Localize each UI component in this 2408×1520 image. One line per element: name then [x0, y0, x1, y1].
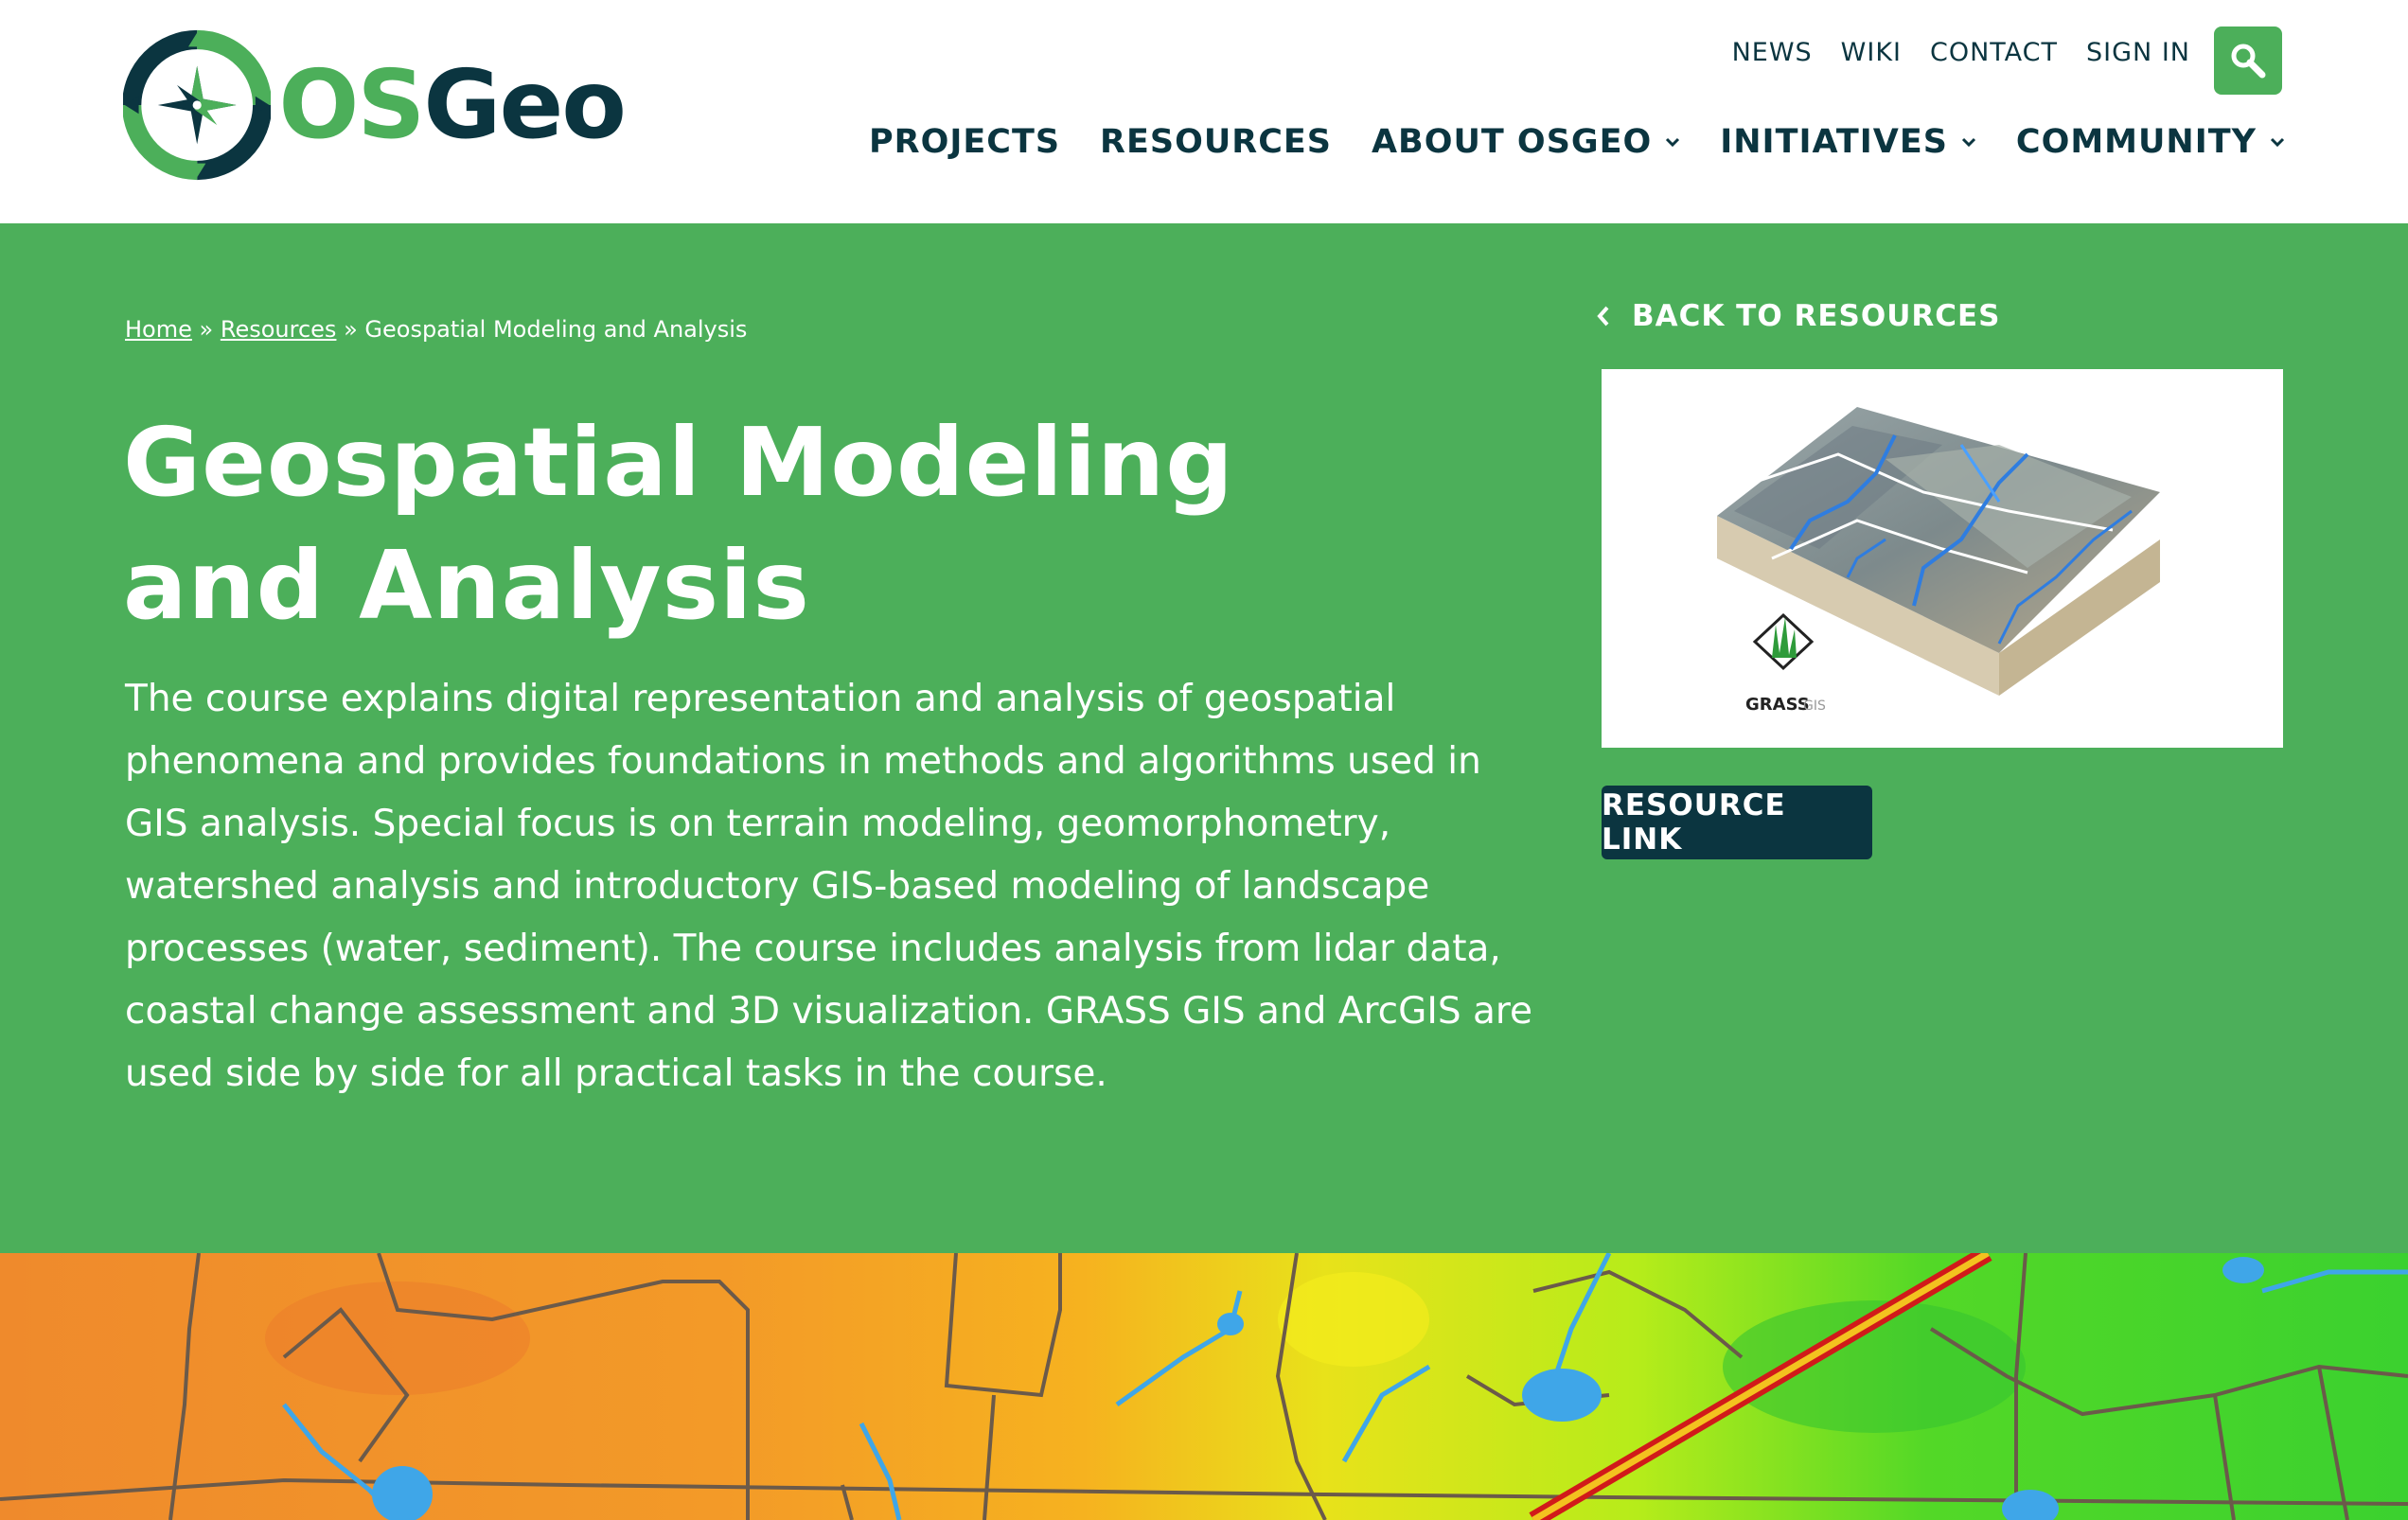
terrain-3d-image: GRASS GIS [1717, 407, 2160, 715]
page-description: The course explains digital representati… [125, 678, 1533, 1095]
back-to-resources-label: BACK TO RESOURCES [1632, 299, 2001, 333]
chevron-down-icon [1666, 137, 1680, 148]
nav-sign-in-link[interactable]: SIGN IN [2086, 38, 2190, 67]
breadcrumb-current: Geospatial Modeling and Analysis [364, 316, 748, 343]
nav-community[interactable]: COMMUNITY [2016, 123, 2285, 161]
search-button[interactable] [2214, 27, 2282, 95]
resource-link-label: RESOURCE LINK [1602, 788, 1786, 857]
osgeo-logo[interactable]: OSGeo [123, 25, 627, 186]
grass-logo-sub: GIS [1803, 698, 1826, 714]
logo-os-text: OS [278, 49, 425, 160]
nav-about-label: ABOUT OSGEO [1371, 123, 1653, 161]
resource-hero: Home » Resources » Geospatial Modeling a… [0, 223, 2408, 1253]
logo-wordmark: OSGeo [278, 58, 627, 152]
nav-news-link[interactable]: NEWS [1732, 38, 1813, 67]
nav-initiatives[interactable]: INITIATIVES [1720, 123, 1976, 161]
search-icon [2231, 44, 2266, 79]
nav-resources-label: RESOURCES [1100, 123, 1332, 161]
breadcrumb-home-link[interactable]: Home [125, 316, 192, 343]
nav-community-label: COMMUNITY [2015, 123, 2257, 161]
nav-projects-label: PROJECTS [869, 123, 1061, 161]
resource-thumbnail: GRASS GIS [1602, 369, 2283, 748]
chevron-left-icon [1597, 306, 1609, 327]
breadcrumb-separator: » [199, 316, 214, 343]
page-title: Geospatial Modeling and Analysis [123, 407, 1234, 641]
elevation-map-image [0, 1253, 2408, 1520]
back-to-resources-link[interactable]: BACK TO RESOURCES [1596, 299, 2001, 333]
nav-projects[interactable]: PROJECTS [869, 123, 1060, 161]
nav-resources[interactable]: RESOURCES [1100, 123, 1332, 161]
nav-contact-link[interactable]: CONTACT [1930, 38, 2058, 67]
breadcrumb-resources-link[interactable]: Resources [221, 316, 337, 343]
site-header: OSGeo NEWS WIKI CONTACT SIGN IN PROJECTS… [0, 0, 2408, 223]
main-nav: PROJECTS RESOURCES ABOUT OSGEO INITIATIV… [869, 123, 2285, 161]
compass-logo-icon [123, 29, 272, 181]
utility-nav: NEWS WIKI CONTACT SIGN IN [1732, 38, 2190, 67]
resource-link-button[interactable]: RESOURCE LINK [1602, 786, 1872, 859]
elevation-map-banner [0, 1253, 2408, 1520]
logo-geo-text: Geo [423, 49, 627, 160]
nav-wiki-link[interactable]: WIKI [1841, 38, 1902, 67]
grass-logo-text: GRASS [1745, 695, 1810, 715]
breadcrumb-separator: » [344, 316, 358, 343]
chevron-down-icon [2270, 137, 2285, 148]
breadcrumb: Home » Resources » Geospatial Modeling a… [125, 316, 747, 343]
nav-about[interactable]: ABOUT OSGEO [1372, 123, 1680, 161]
chevron-down-icon [1961, 137, 1976, 148]
nav-initiatives-label: INITIATIVES [1720, 123, 1948, 161]
